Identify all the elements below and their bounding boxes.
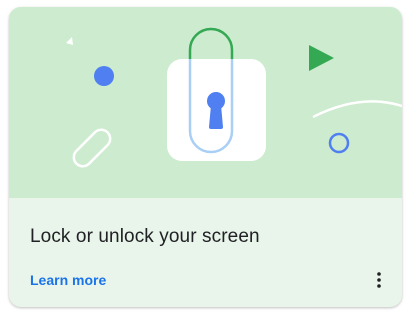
lock-screen-card: Lock or unlock your screen Learn more: [9, 7, 402, 307]
lock-illustration: [9, 7, 402, 198]
white-arc: [312, 100, 402, 119]
green-triangle-shape: [309, 45, 334, 71]
pill-shape: [72, 128, 112, 168]
learn-more-link[interactable]: Learn more: [30, 272, 106, 288]
blue-ring: [328, 132, 350, 154]
card-title: Lock or unlock your screen: [30, 226, 260, 247]
card-content: Lock or unlock your screen Learn more: [9, 198, 402, 307]
triangle-shape: [66, 37, 73, 45]
more-options-button[interactable]: [365, 266, 393, 294]
more-vert-icon: [377, 272, 381, 288]
blue-dot: [94, 66, 114, 86]
